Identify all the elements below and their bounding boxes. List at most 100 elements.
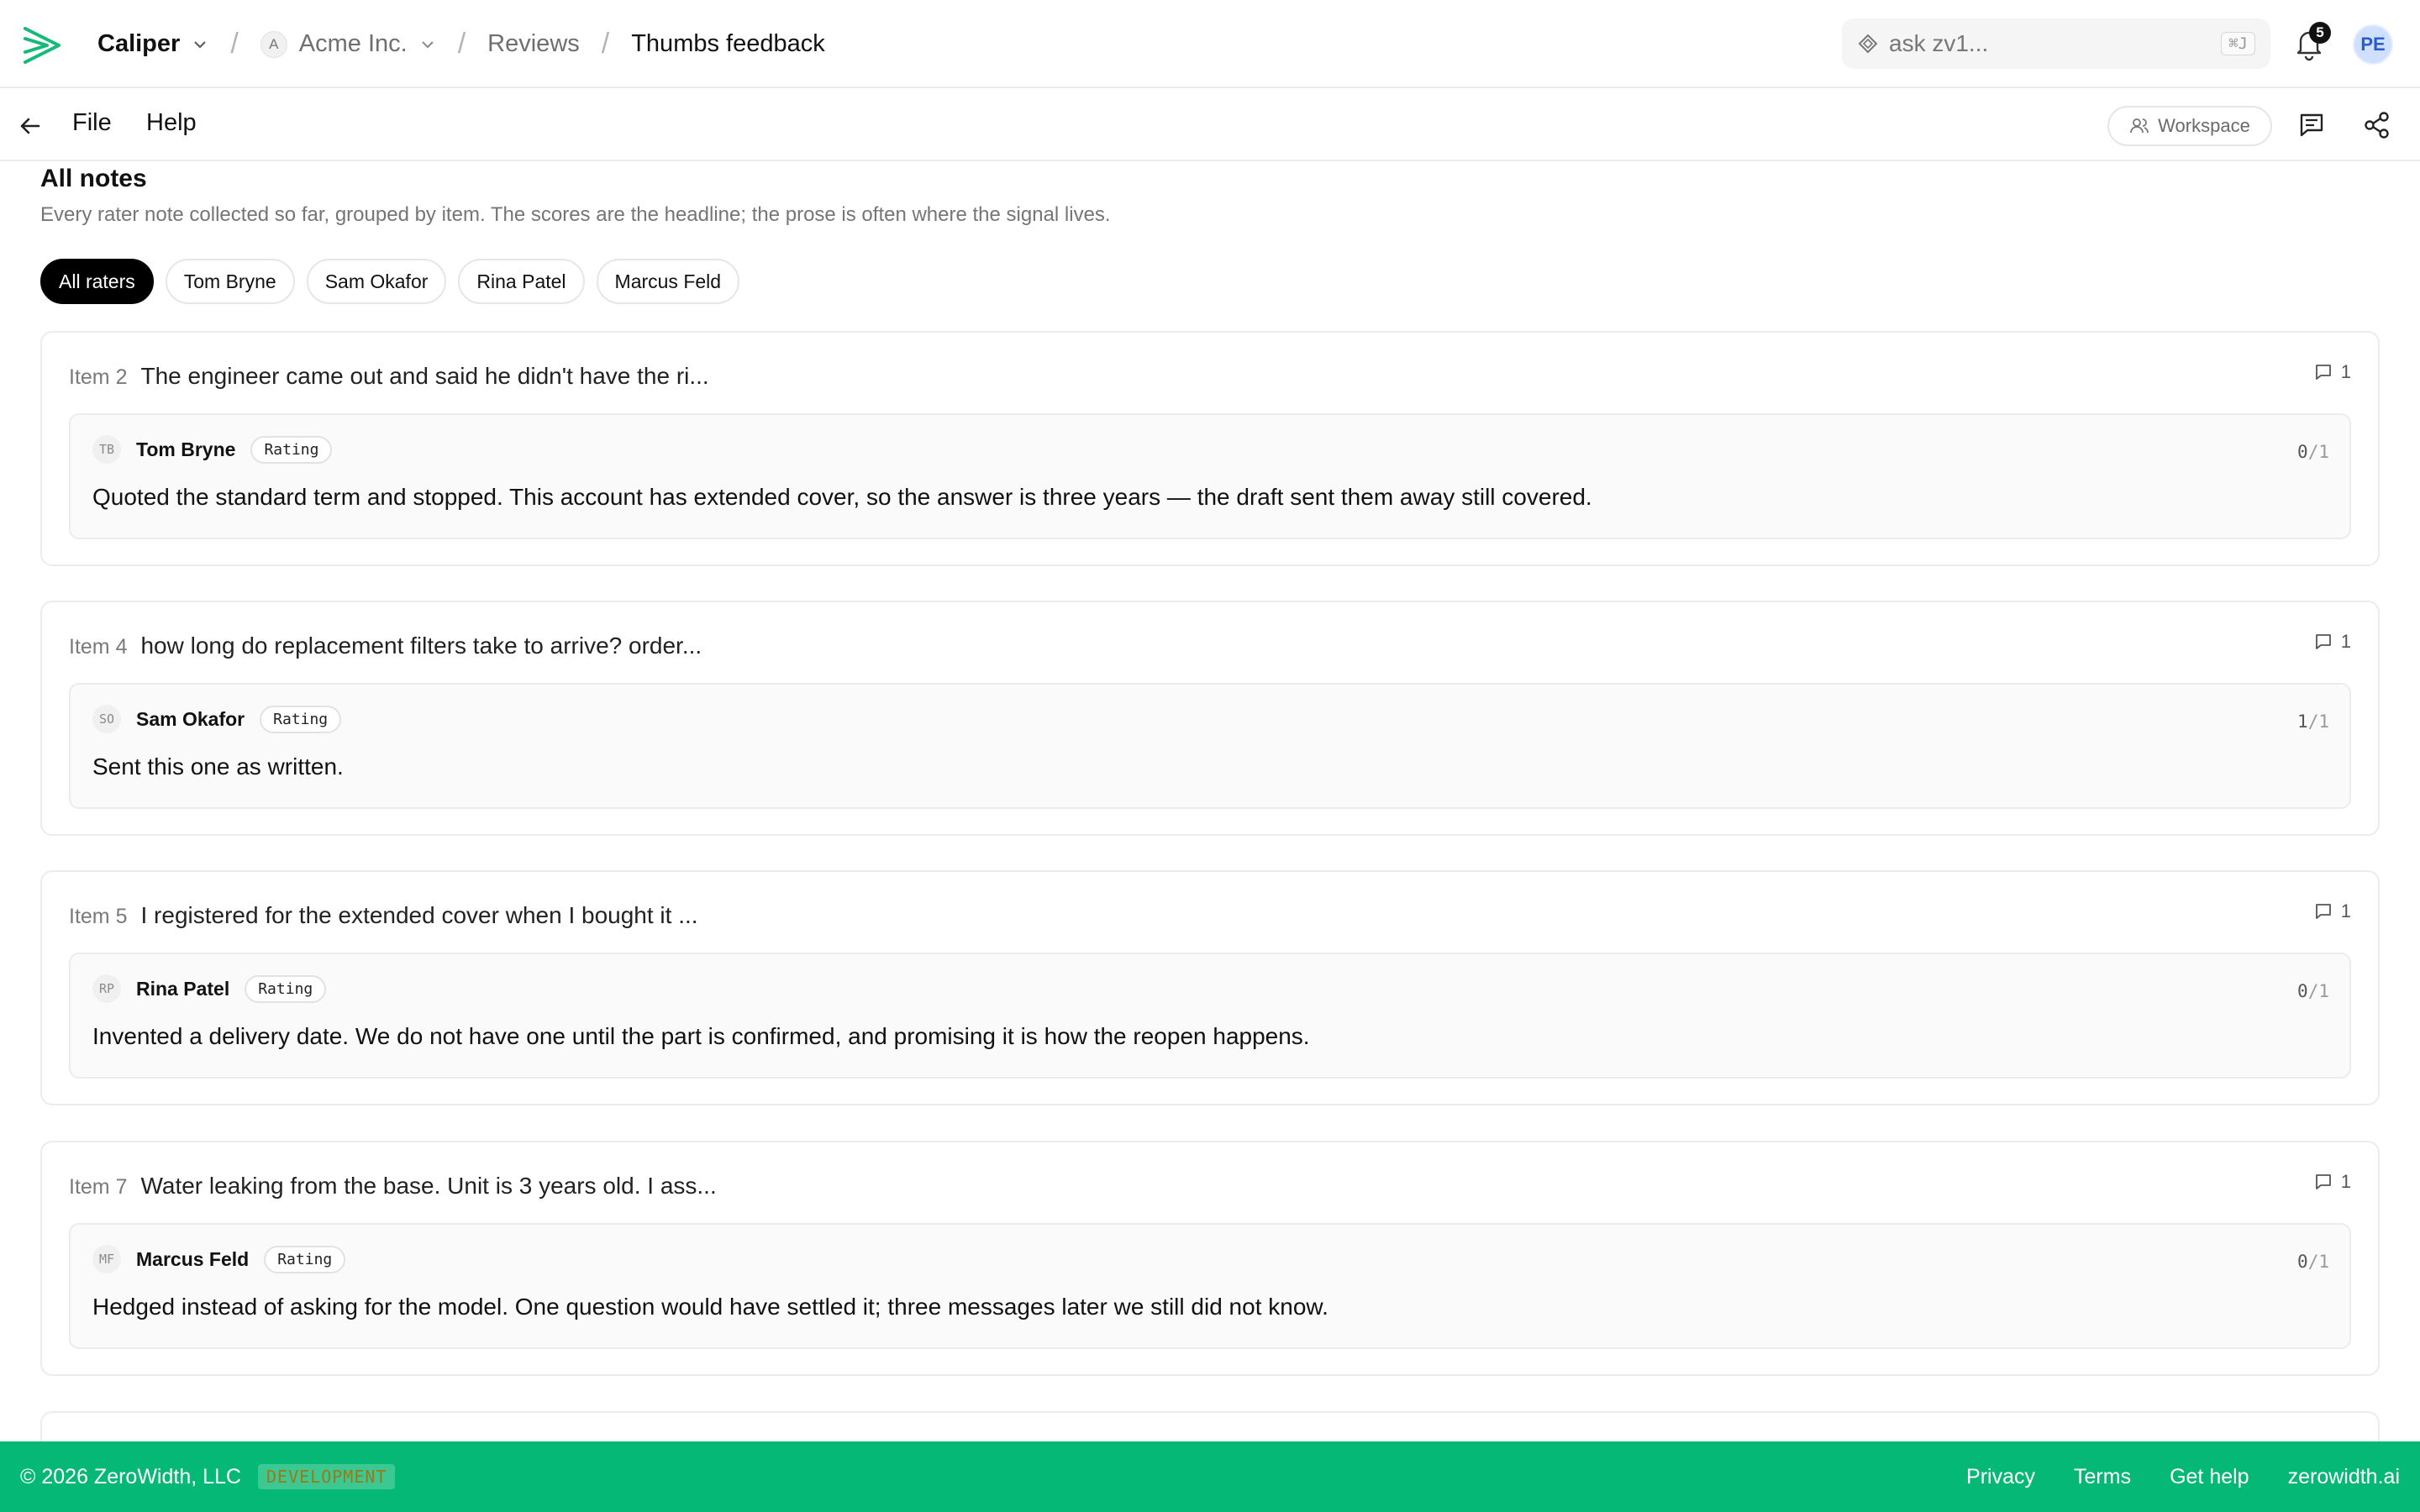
rater-note: TB Tom Bryne Rating 0/1 Quoted the stand…	[69, 413, 2351, 539]
item-label: Item 7	[69, 1175, 128, 1199]
score-denominator: /1	[2307, 981, 2329, 1001]
note-text: Hedged instead of asking for the model. …	[92, 1294, 1328, 1320]
rater-name: Marcus Feld	[136, 1247, 250, 1270]
rater-name: Tom Bryne	[136, 438, 236, 460]
score-value: 0	[2297, 442, 2308, 462]
search-placeholder: ask zv1...	[1889, 30, 1989, 56]
note-text: Quoted the standard term and stopped. Th…	[92, 484, 1592, 510]
rater-avatar: MF	[92, 1245, 121, 1273]
search-input[interactable]: ask zv1... ⌘J	[1842, 18, 2270, 69]
note-text: Sent this one as written.	[92, 753, 344, 780]
arrow-left-icon[interactable]	[17, 113, 44, 139]
rating-tag: Rating	[264, 1245, 346, 1273]
org-name: Acme Inc.	[298, 30, 408, 57]
caliper-logo-icon[interactable]	[22, 24, 66, 67]
workspace-button[interactable]: Workspace	[2107, 106, 2272, 146]
toolbar: File Help Workspace	[0, 89, 2420, 161]
score-value: 0	[2297, 981, 2308, 1001]
score: 0/1	[2297, 1252, 2329, 1272]
item-text: The engineer came out and said he didn't…	[140, 363, 709, 389]
score-denominator: /1	[2307, 711, 2329, 732]
user-avatar[interactable]: PE	[2353, 24, 2393, 65]
rater-avatar: TB	[92, 435, 121, 464]
app-switcher[interactable]: Caliper	[97, 30, 208, 58]
privacy-link[interactable]: Privacy	[1966, 1465, 2035, 1489]
score-value: 1	[2297, 711, 2308, 732]
note-count-value: 1	[2340, 361, 2351, 382]
filter-tom-bryne[interactable]: Tom Bryne	[165, 259, 295, 304]
note-count: 1	[2314, 1171, 2351, 1193]
rater-filter: All raters Tom Bryne Sam Okafor Rina Pat…	[40, 259, 740, 304]
users-icon	[2130, 118, 2149, 134]
rater-name: Sam Okafor	[136, 707, 245, 730]
filter-rina-patel[interactable]: Rina Patel	[458, 259, 585, 304]
share-icon[interactable]	[2363, 111, 2391, 139]
item-header[interactable]: Item 4 how long do replacement filters t…	[69, 633, 702, 659]
item-header[interactable]: Item 2 The engineer came out and said he…	[69, 363, 709, 390]
app-name: Caliper	[97, 30, 181, 57]
item-card: Item 4 how long do replacement filters t…	[40, 601, 2380, 836]
item-header[interactable]: Item 5 I registered for the extended cov…	[69, 902, 698, 929]
rater-note: MF Marcus Feld Rating 0/1 Hedged instead…	[69, 1223, 2351, 1349]
comments-icon[interactable]	[2297, 111, 2326, 139]
environment-badge: DEVELOPMENT	[258, 1464, 396, 1489]
note-count: 1	[2314, 361, 2351, 383]
help-menu[interactable]: Help	[146, 109, 197, 137]
item-label: Item 2	[69, 365, 128, 389]
rater-avatar: SO	[92, 705, 121, 733]
rating-tag: Rating	[245, 974, 327, 1003]
score-denominator: /1	[2307, 1252, 2329, 1272]
chevron-down-icon	[194, 40, 207, 48]
rater-note: RP Rina Patel Rating 0/1 Invented a deli…	[69, 953, 2351, 1079]
breadcrumb: Caliper / A Acme Inc. / Reviews / Thumbs…	[97, 0, 825, 88]
item-label: Item 5	[69, 905, 128, 928]
terms-link[interactable]: Terms	[2074, 1465, 2131, 1489]
item-text: I registered for the extended cover when…	[140, 902, 698, 928]
breadcrumb-separator: /	[601, 28, 610, 60]
notification-badge: 5	[2309, 22, 2331, 44]
rating-tag: Rating	[250, 435, 333, 464]
footer: © 2026 ZeroWidth, LLC DEVELOPMENT Privac…	[0, 1441, 2420, 1512]
rater-note: SO Sam Okafor Rating 1/1 Sent this one a…	[69, 683, 2351, 809]
note-header: RP Rina Patel Rating	[92, 974, 327, 1003]
rating-tag: Rating	[260, 705, 342, 733]
score: 1/1	[2297, 711, 2329, 732]
note-text: Invented a delivery date. We do not have…	[92, 1023, 1310, 1049]
ai-spark-icon	[1858, 34, 1878, 54]
get-help-link[interactable]: Get help	[2170, 1465, 2249, 1489]
comment-icon	[2315, 634, 2331, 649]
top-bar: Caliper / A Acme Inc. / Reviews / Thumbs…	[0, 0, 2420, 88]
filter-all-raters[interactable]: All raters	[40, 259, 154, 304]
item-text: how long do replacement filters take to …	[140, 633, 702, 659]
breadcrumb-separator: /	[457, 28, 466, 60]
note-count: 1	[2314, 631, 2351, 653]
zerowidth-link[interactable]: zerowidth.ai	[2288, 1465, 2400, 1489]
item-card: Item 2 The engineer came out and said he…	[40, 331, 2380, 566]
chevron-down-icon	[422, 40, 434, 48]
breadcrumb-reviews[interactable]: Reviews	[487, 30, 580, 58]
section-subtitle: Every rater note collected so far, group…	[40, 203, 1111, 226]
note-count-value: 1	[2340, 631, 2351, 652]
note-header: TB Tom Bryne Rating	[92, 435, 333, 464]
filter-marcus-feld[interactable]: Marcus Feld	[596, 259, 740, 304]
filter-sam-okafor[interactable]: Sam Okafor	[306, 259, 447, 304]
org-avatar: A	[260, 30, 287, 58]
note-header: MF Marcus Feld Rating	[92, 1245, 346, 1273]
section-title: All notes	[40, 165, 147, 192]
rater-avatar: RP	[92, 974, 121, 1003]
score: 0/1	[2297, 442, 2329, 462]
note-count-value: 1	[2340, 1171, 2351, 1192]
search-shortcut: ⌘J	[2221, 32, 2255, 55]
comment-icon	[2315, 365, 2331, 380]
item-header[interactable]: Item 7 Water leaking from the base. Unit…	[69, 1173, 717, 1200]
file-menu[interactable]: File	[72, 109, 112, 137]
item-label: Item 4	[69, 635, 128, 659]
comment-icon	[2315, 1174, 2331, 1189]
score-denominator: /1	[2307, 442, 2329, 462]
org-switcher[interactable]: A Acme Inc.	[260, 30, 436, 58]
workspace-label: Workspace	[2158, 115, 2250, 136]
comment-icon	[2315, 904, 2331, 919]
footer-links: Privacy Terms Get help zerowidth.ai	[1966, 1465, 2400, 1489]
rater-name: Rina Patel	[136, 977, 230, 1000]
score-value: 0	[2297, 1252, 2308, 1272]
